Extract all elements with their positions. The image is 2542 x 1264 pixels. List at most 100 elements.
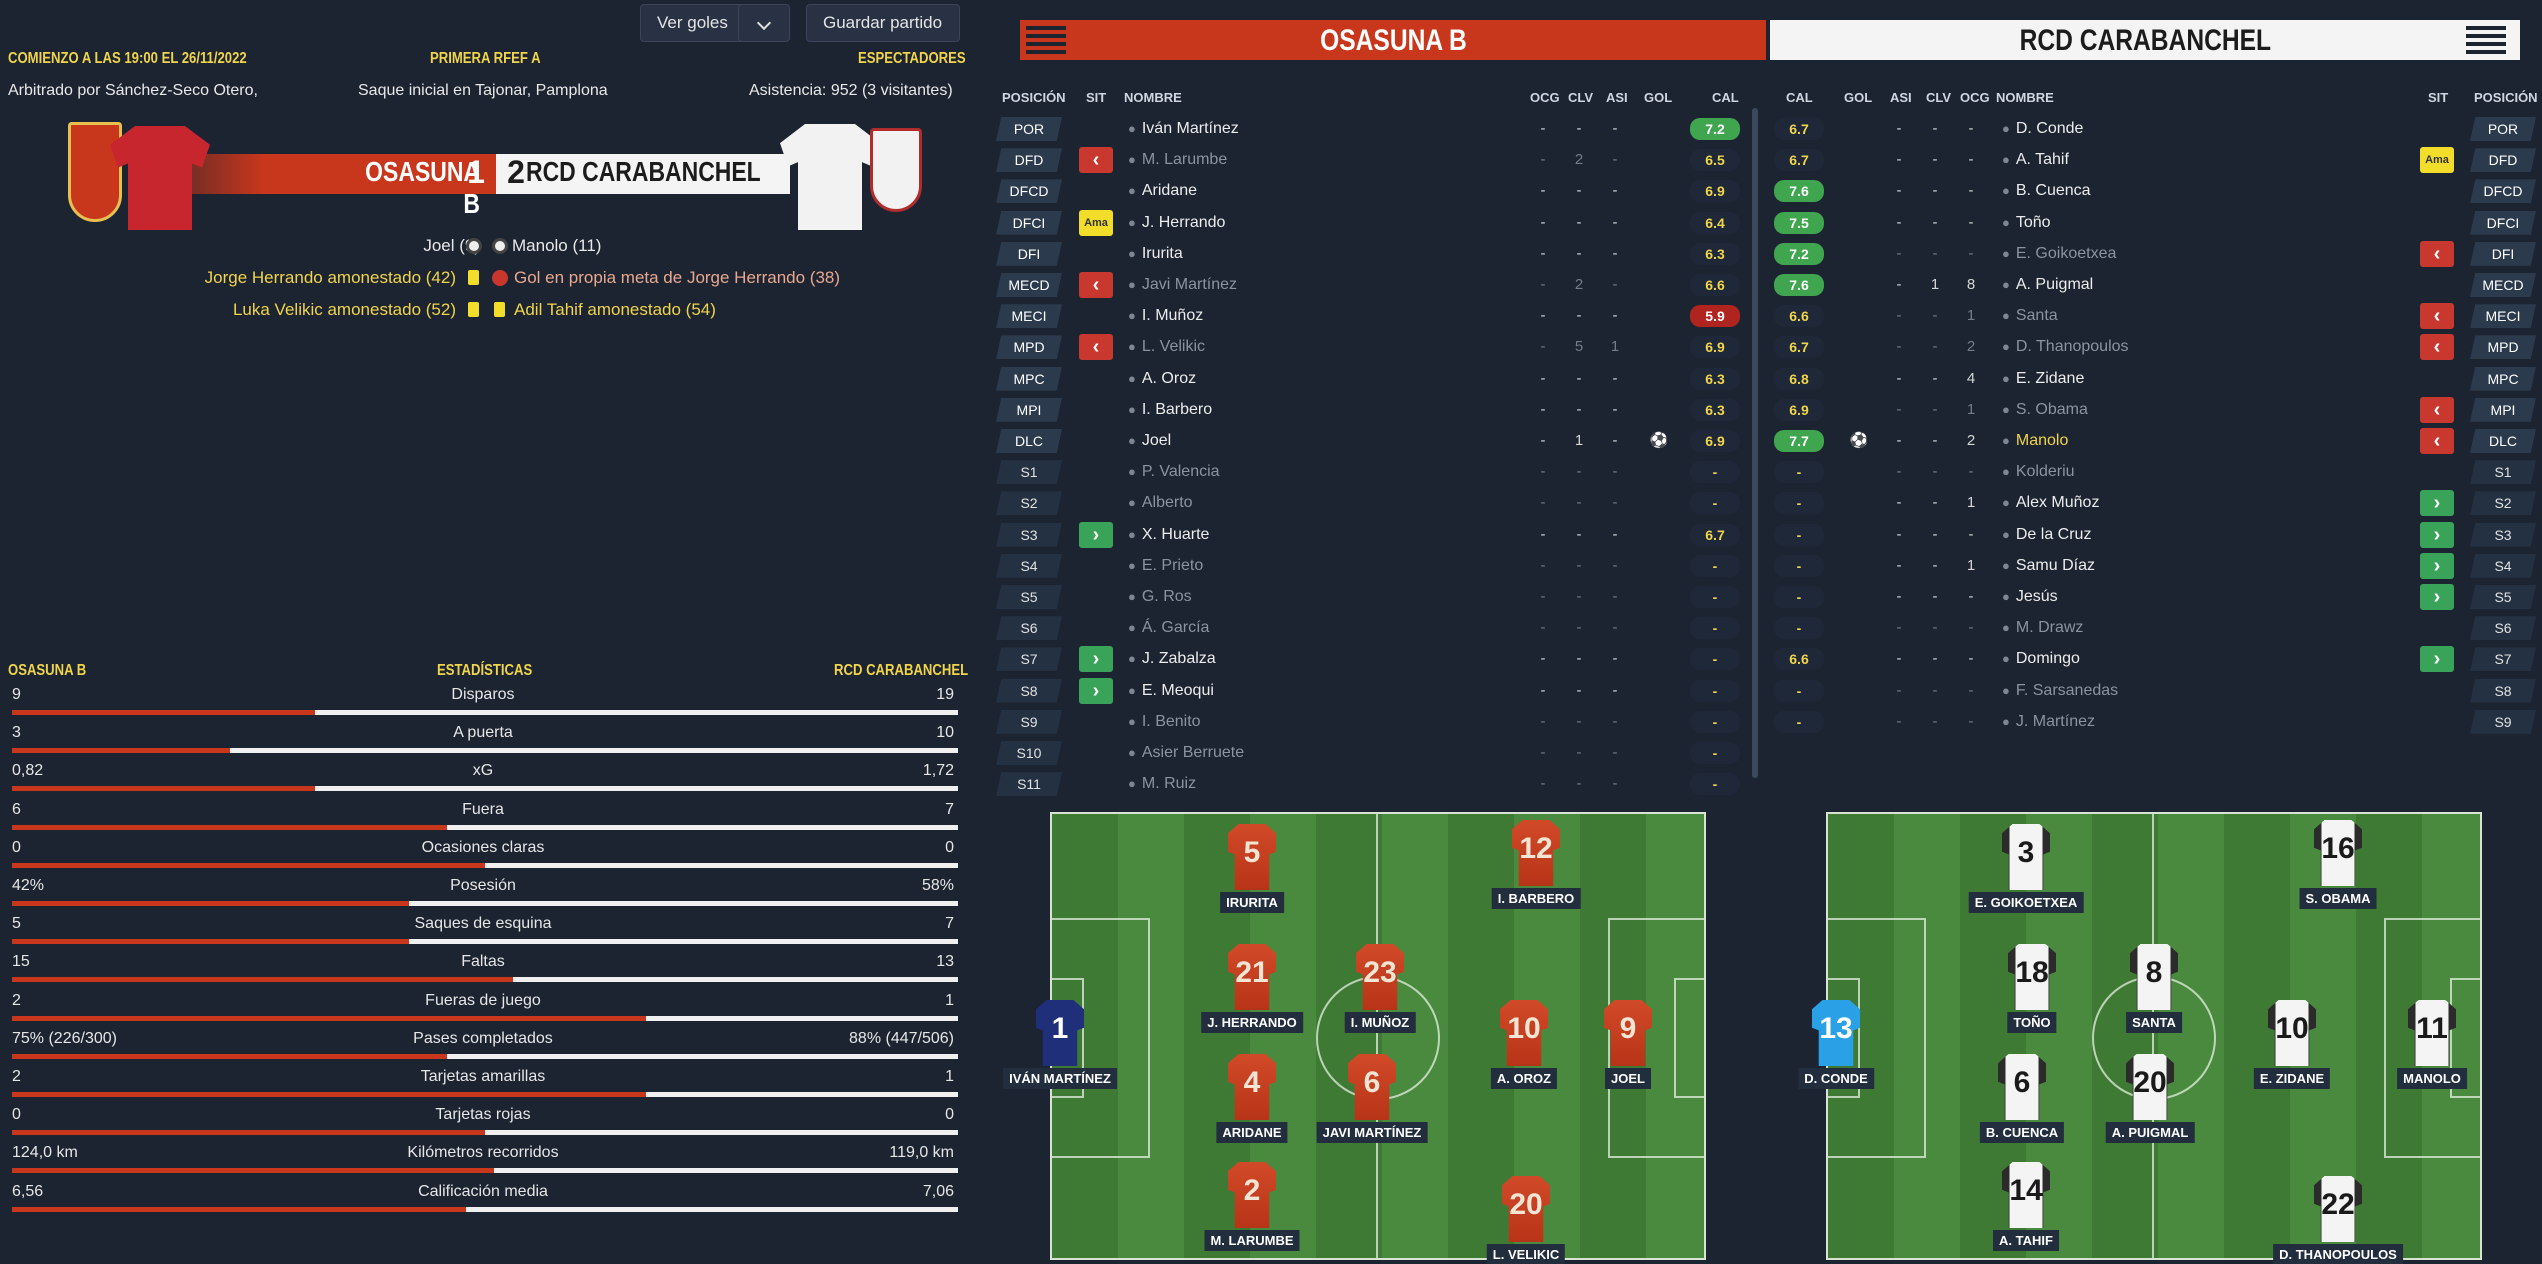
away-player-row[interactable]: 6.7 - - 2 ● D. Thanopoulos ‹ MPD [0, 332, 2542, 363]
substituted-off-icon[interactable]: ‹ [2420, 396, 2454, 423]
away-player-row[interactable]: 7.6 - 1 8 ● A. Puigmal MECD [0, 270, 2542, 301]
player-name[interactable]: ● S. Obama [2002, 401, 2088, 419]
player-name[interactable]: ● M. Ruiz [1128, 775, 1196, 793]
player-shirt-icon[interactable]: 6 [1340, 1048, 1404, 1124]
away-player-row[interactable]: 7.6 - - - ● B. Cuenca DFCD [0, 176, 2542, 207]
player-name[interactable]: ● Santa [2002, 307, 2058, 325]
player-shirt-icon[interactable]: 10 [2260, 994, 2324, 1070]
person-icon: ● [1128, 745, 1136, 760]
player-name[interactable]: ● M. Drawz [2002, 619, 2083, 637]
player-shirt-icon[interactable]: 22 [2306, 1170, 2370, 1246]
player-name[interactable]: ● Jesús [2002, 588, 2058, 606]
player-shirt-icon[interactable]: 4 [1220, 1048, 1284, 1124]
player-name[interactable]: ● Toño [2002, 214, 2051, 232]
player-shirt-icon[interactable]: 9 [1596, 994, 1660, 1070]
away-player-row[interactable]: - - - - ● De la Cruz › S3 [0, 520, 2542, 551]
player-shirt-icon[interactable]: 20 [1494, 1170, 1558, 1246]
col-header-gol-away[interactable]: GOL [1844, 90, 1872, 105]
col-header-gol[interactable]: GOL [1644, 90, 1672, 105]
save-match-button[interactable]: Guardar partido [806, 4, 960, 42]
player-name[interactable]: ● D. Thanopoulos [2002, 338, 2129, 356]
away-player-row[interactable]: - - - 1 ● Alex Muñoz › S2 [0, 488, 2542, 519]
substituted-off-icon[interactable]: ‹ [2420, 240, 2454, 267]
player-name[interactable]: ● A. Puigmal [2002, 276, 2093, 294]
away-player-row[interactable]: 7.7 ⚽ - - 2 ● Manolo ‹ DLC [0, 426, 2542, 457]
player-shirt-icon[interactable]: 2 [1220, 1156, 1284, 1232]
player-shirt-icon[interactable]: 13 [1804, 994, 1868, 1070]
player-name[interactable]: ● E. Goikoetxea [2002, 245, 2116, 263]
player-shirt-icon[interactable]: 5 [1220, 818, 1284, 894]
away-player-row[interactable]: - - - - ● Jesús › S5 [0, 582, 2542, 613]
player-shirt-icon[interactable]: 23 [1348, 938, 1412, 1014]
view-goals-button[interactable]: Ver goles [640, 4, 746, 42]
col-header-cal-away[interactable]: CAL [1786, 90, 1813, 105]
away-player-row[interactable]: 6.8 - - 4 ● E. Zidane MPC [0, 364, 2542, 395]
substituted-off-icon[interactable]: ‹ [2420, 334, 2454, 361]
away-player-row[interactable]: 6.7 - - - ● A. Tahif Ama DFD [0, 145, 2542, 176]
home-player-row[interactable]: S10 ● Asier Berruete - - - - [0, 738, 1760, 769]
player-shirt-icon[interactable]: 20 [2118, 1048, 2182, 1124]
away-player-row[interactable]: 6.6 - - - ● Domingo › S7 [0, 644, 2542, 675]
away-player-row[interactable]: 7.5 - - - ● Toño DFCI [0, 208, 2542, 239]
player-shirt-icon[interactable]: 21 [1220, 938, 1284, 1014]
player-name[interactable]: ● A. Tahif [2002, 151, 2069, 169]
away-player-row[interactable]: - - - - ● M. Drawz S6 [0, 613, 2542, 644]
person-icon: ● [2002, 152, 2010, 168]
goals-dropdown-button[interactable] [738, 4, 790, 42]
col-header-ocg-away[interactable]: OCG [1960, 90, 1990, 105]
col-header-cal[interactable]: CAL [1712, 90, 1739, 105]
away-player-row[interactable]: 7.2 - - - ● E. Goikoetxea ‹ DFI [0, 239, 2542, 270]
substituted-on-icon[interactable]: › [2420, 646, 2454, 673]
player-name[interactable]: ● B. Cuenca [2002, 182, 2091, 200]
player-shirt-icon[interactable]: 10 [1492, 994, 1556, 1070]
yellow-card-badge: Ama [2420, 147, 2454, 174]
player-name[interactable]: ● E. Zidane [2002, 370, 2084, 388]
col-header-name-away[interactable]: NOMBRE [1996, 90, 2054, 105]
substituted-on-icon[interactable]: › [2420, 584, 2454, 610]
col-header-clv-away[interactable]: CLV [1926, 90, 1951, 105]
substituted-off-icon[interactable]: ‹ [2420, 303, 2454, 330]
away-player-row[interactable]: 6.7 - - - ● D. Conde POR [0, 114, 2542, 145]
player-name[interactable]: ● J. Martínez [2002, 713, 2095, 731]
player-name[interactable]: ● Samu Díaz [2002, 557, 2095, 575]
player-name[interactable]: ● Kolderiu [2002, 463, 2075, 481]
col-header-clv[interactable]: CLV [1568, 90, 1593, 105]
col-header-asi-away[interactable]: ASI [1890, 90, 1912, 105]
player-shirt-icon[interactable]: 18 [2000, 938, 2064, 1014]
player-shirt-icon[interactable]: 12 [1504, 814, 1568, 890]
away-player-row[interactable]: - - - 1 ● Samu Díaz › S4 [0, 551, 2542, 582]
player-name[interactable]: ● De la Cruz [2002, 526, 2091, 544]
substituted-off-icon[interactable]: ‹ [2420, 428, 2454, 454]
home-player-row[interactable]: S11 ● M. Ruiz - - - - [0, 769, 1760, 800]
away-player-row[interactable]: - - - - ● J. Martínez S9 [0, 707, 2542, 738]
away-player-row[interactable]: 6.9 - - 1 ● S. Obama ‹ MPI [0, 395, 2542, 426]
col-header-position[interactable]: POSICIÓN [1002, 90, 1066, 105]
away-player-row[interactable]: - - - - ● Kolderiu S1 [0, 457, 2542, 488]
player-shirt-icon[interactable]: 1 [1028, 994, 1092, 1070]
player-name[interactable]: ● Alex Muñoz [2002, 494, 2099, 512]
col-header-asi[interactable]: ASI [1606, 90, 1628, 105]
col-header-sit[interactable]: SIT [1086, 90, 1106, 105]
substituted-on-icon[interactable]: › [2420, 521, 2454, 548]
stat-label: Tarjetas rojas [435, 1106, 531, 1124]
substituted-on-icon[interactable]: › [2420, 490, 2454, 517]
player-name[interactable]: ● Domingo [2002, 650, 2080, 668]
player-shirt-icon[interactable]: 8 [2122, 938, 2186, 1014]
player-shirt-icon[interactable]: 11 [2400, 994, 2464, 1070]
away-player-row[interactable]: 6.6 - - 1 ● Santa ‹ MECI [0, 301, 2542, 332]
substituted-on-icon[interactable]: › [2420, 552, 2454, 579]
player-shirt-icon[interactable]: 3 [1994, 818, 2058, 894]
player-shirt-icon[interactable]: 14 [1994, 1156, 2058, 1232]
col-header-position-away[interactable]: POSICIÓN [2474, 90, 2538, 105]
player-name[interactable]: ● D. Conde [2002, 120, 2083, 138]
col-header-sit-away[interactable]: SIT [2428, 90, 2448, 105]
player-name[interactable]: ● Manolo [2002, 432, 2068, 450]
col-header-name[interactable]: NOMBRE [1124, 90, 1182, 105]
player-shirt-icon[interactable]: 16 [2306, 814, 2370, 890]
position-tag: S6 [2470, 616, 2536, 641]
col-header-ocg[interactable]: OCG [1530, 90, 1560, 105]
player-shirt-icon[interactable]: 6 [1990, 1048, 2054, 1124]
player-name[interactable]: ● Asier Berruete [1128, 744, 1244, 762]
player-name[interactable]: ● F. Sarsanedas [2002, 682, 2118, 700]
away-player-row[interactable]: - - - - ● F. Sarsanedas S8 [0, 676, 2542, 707]
